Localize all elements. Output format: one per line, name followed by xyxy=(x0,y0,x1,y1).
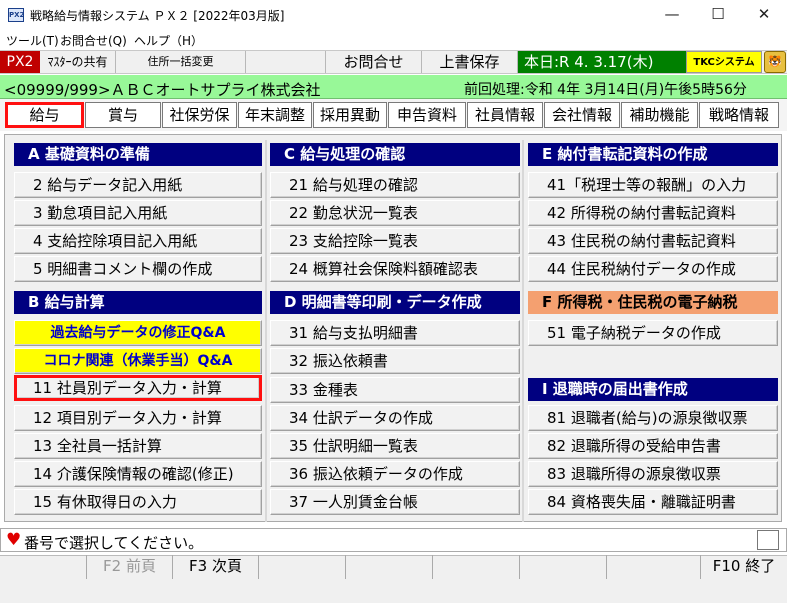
menu-item-3[interactable]: 3 勤怠項目記入用紙 xyxy=(14,200,262,226)
menu-item-81[interactable]: 81 退職者(給与)の源泉徴収票 xyxy=(528,405,778,431)
tab-year-end[interactable]: 年末調整 xyxy=(238,102,312,128)
menu-item-2[interactable]: 2 給与データ記入用紙 xyxy=(14,172,262,198)
menu-item-5[interactable]: 5 明細書コメント欄の作成 xyxy=(14,256,262,282)
menu-item-84[interactable]: 84 資格喪失届・離職証明書 xyxy=(528,489,778,515)
menu-item-37[interactable]: 37 一人別賃金台帳 xyxy=(270,489,520,515)
fkey-f1-empty xyxy=(0,555,87,579)
contact-button[interactable]: お問合せ xyxy=(326,51,422,73)
tab-salary[interactable]: 給与 xyxy=(5,102,84,128)
menu-item-14[interactable]: 14 介護保険情報の確認(修正) xyxy=(14,461,262,487)
menu-item-51[interactable]: 51 電子納税データの作成 xyxy=(528,320,778,346)
address-change-button[interactable]: 住所一括変更 xyxy=(116,51,246,73)
section-i-header: I 退職時の届出書作成 xyxy=(528,378,778,401)
menu-item-33[interactable]: 33 金種表 xyxy=(270,377,520,403)
menu-item-35[interactable]: 35 仕訳明細一覧表 xyxy=(270,433,520,459)
menu-item-31[interactable]: 31 給与支払明細書 xyxy=(270,320,520,346)
menu-item-41[interactable]: 41「税理士等の報酬」の入力 xyxy=(528,172,778,198)
status-message: 番号で選択してください。 xyxy=(24,534,204,552)
column-divider xyxy=(265,140,267,522)
tab-hiring[interactable]: 採用異動 xyxy=(313,102,387,128)
menu-contact[interactable]: お問合せ(Q) xyxy=(60,32,127,49)
menu-item-4[interactable]: 4 支給控除項目記入用紙 xyxy=(14,228,262,254)
tab-aux[interactable]: 補助機能 xyxy=(621,102,698,128)
tab-social-insurance[interactable]: 社保労保 xyxy=(162,102,237,128)
tiger-icon[interactable]: 🐯 xyxy=(764,51,786,73)
toolbar-spacer xyxy=(246,51,326,73)
bottom-area xyxy=(0,579,787,603)
column-divider xyxy=(522,140,524,522)
previous-processing: 前回処理:令和 4年 3月14日(月)午後5時56分 xyxy=(464,82,747,98)
menu-item-34[interactable]: 34 仕訳データの作成 xyxy=(270,405,520,431)
master-share-button[interactable]: ﾏｽﾀｰの共有 xyxy=(40,51,116,73)
prev-page-button[interactable]: F2 前頁 xyxy=(87,555,173,579)
exit-button[interactable]: F10 終了 xyxy=(701,555,787,579)
today-date: 本日:R 4. 3.17(木) xyxy=(518,51,686,73)
menu-item-11[interactable]: 11 社員別データ入力・計算 xyxy=(14,375,262,401)
menu-item-13[interactable]: 13 全社員一括計算 xyxy=(14,433,262,459)
tab-bonus[interactable]: 賞与 xyxy=(85,102,161,128)
menu-item-22[interactable]: 22 勤怠状況一覧表 xyxy=(270,200,520,226)
menu-item-24[interactable]: 24 概算社会保険料額確認表 xyxy=(270,256,520,282)
app-icon: PX2 xyxy=(8,8,24,22)
maximize-icon[interactable]: ☐ xyxy=(695,0,741,30)
menu-item-23[interactable]: 23 支給控除一覧表 xyxy=(270,228,520,254)
tab-employee-info[interactable]: 社員情報 xyxy=(467,102,543,128)
menu-item-36[interactable]: 36 振込依頼データの作成 xyxy=(270,461,520,487)
fkey-f7-empty xyxy=(520,555,607,579)
fkey-f6-empty xyxy=(433,555,520,579)
covid-qa-button[interactable]: コロナ関連（休業手当）Q&A xyxy=(14,348,262,374)
section-b-header: B 給与計算 xyxy=(14,291,262,314)
menu-item-42[interactable]: 42 所得税の納付書転記資料 xyxy=(528,200,778,226)
company-name: <09999/999>ＡＢＣオートサプライ株式会社 xyxy=(4,81,321,99)
past-salary-qa-button[interactable]: 過去給与データの修正Q&A xyxy=(14,320,262,346)
tkc-qa-button[interactable]: TKCシステムQ&A xyxy=(686,51,762,90)
menu-tools[interactable]: ツール(T) xyxy=(6,32,59,49)
px2-badge: PX2 xyxy=(0,51,40,73)
window-title: 戦略給与情報システム ＰＸ２ [2022年03月版] xyxy=(30,9,285,23)
section-a-header: A 基礎資料の準備 xyxy=(14,143,262,166)
fkey-f8-empty xyxy=(607,555,701,579)
next-page-button[interactable]: F3 次頁 xyxy=(173,555,259,579)
menu-item-43[interactable]: 43 住民税の納付書転記資料 xyxy=(528,228,778,254)
menu-item-12[interactable]: 12 項目別データ入力・計算 xyxy=(14,405,262,431)
tab-company-info[interactable]: 会社情報 xyxy=(544,102,620,128)
section-f-header: F 所得税・住民税の電子納税 xyxy=(528,291,778,314)
menu-help[interactable]: ヘルプ（H） xyxy=(134,32,203,49)
menu-item-83[interactable]: 83 退職所得の源泉徴収票 xyxy=(528,461,778,487)
section-e-header: E 納付書転記資料の作成 xyxy=(528,143,778,166)
section-c-header: C 給与処理の確認 xyxy=(270,143,520,166)
section-d-header: D 明細書等印刷・データ作成 xyxy=(270,291,520,314)
tab-filing[interactable]: 申告資料 xyxy=(388,102,466,128)
menu-item-21[interactable]: 21 給与処理の確認 xyxy=(270,172,520,198)
save-button[interactable]: 上書保存 xyxy=(422,51,518,73)
fkey-f5-empty xyxy=(346,555,433,579)
menu-item-32[interactable]: 32 振込依頼書 xyxy=(270,348,520,374)
menu-item-44[interactable]: 44 住民税納付データの作成 xyxy=(528,256,778,282)
tab-strategy[interactable]: 戦略情報 xyxy=(699,102,779,128)
menu-item-82[interactable]: 82 退職所得の受給申告書 xyxy=(528,433,778,459)
heart-icon: ♥ xyxy=(6,530,22,550)
number-input[interactable] xyxy=(757,530,779,550)
menu-item-15[interactable]: 15 有休取得日の入力 xyxy=(14,489,262,515)
fkey-f4-empty xyxy=(259,555,346,579)
minimize-icon[interactable]: — xyxy=(649,0,695,30)
close-icon[interactable]: ✕ xyxy=(741,0,787,30)
